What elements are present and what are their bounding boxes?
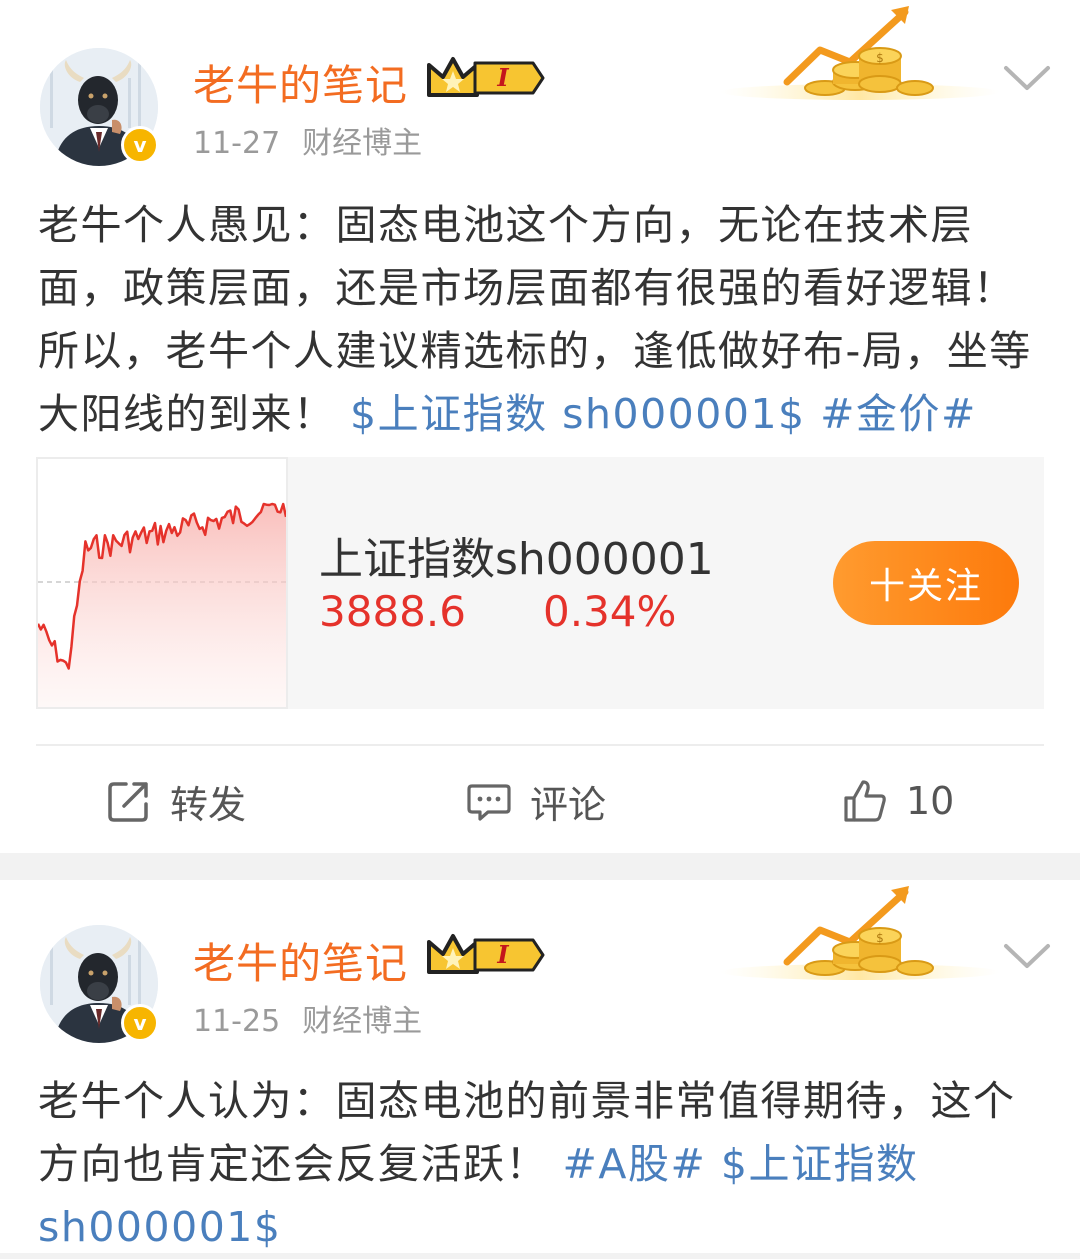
post-meta: 11-27 财经博主 [193, 118, 422, 162]
stock-name: 上证指数sh000001 [319, 534, 714, 585]
like-count: 10 [906, 779, 955, 823]
feed-post: v 老牛的笔记 I 11-27 财经博主 $ 老牛个人愚见：固态电池这个方向，无… [0, 0, 1080, 853]
follow-button[interactable]: 十关注 [833, 541, 1019, 625]
repost-label: 转发 [170, 782, 247, 827]
chevron-down-icon[interactable] [1002, 940, 1052, 970]
post-text: 老牛个人认为：固态电池的前景非常值得期待，这个方向也肯定还会反复活跃！ #A股#… [38, 1070, 1048, 1259]
repost-icon [108, 782, 148, 822]
verified-badge-icon: v [121, 126, 159, 164]
gold-coins-growth-icon: $ [720, 6, 1000, 100]
comment-label: 评论 [530, 782, 607, 827]
stock-change: 0.34% [543, 587, 677, 636]
post-date: 11-27 [193, 126, 281, 161]
thumbs-up-icon [844, 780, 886, 822]
stock-card[interactable]: 上证指数sh000001 3888.6 0.34% 十关注 [36, 457, 1044, 709]
stock-price: 3888.6 [319, 587, 466, 636]
svg-text:$: $ [876, 931, 884, 945]
topic-link[interactable]: #A股# [563, 1140, 707, 1188]
author-name[interactable]: 老牛的笔记 [193, 930, 408, 991]
divider [36, 744, 1044, 746]
stock-sparkline [36, 457, 288, 709]
chevron-down-icon[interactable] [1002, 62, 1052, 92]
svg-text:$: $ [876, 51, 884, 65]
stock-link[interactable]: $上证指数 sh000001$ [350, 390, 806, 438]
badge-level: I [496, 940, 509, 969]
repost-button[interactable]: 转发 [106, 770, 246, 832]
author-tag: 财经博主 [302, 1004, 423, 1039]
post-text: 老牛个人愚见：固态电池这个方向，无论在技术层面，政策层面，还是市场层面都有很强的… [38, 194, 1048, 446]
crown-badge-icon[interactable]: I [425, 932, 545, 978]
comment-button[interactable]: 评论 [466, 770, 606, 832]
crown-badge-icon[interactable]: I [425, 55, 545, 101]
post-date: 11-25 [193, 1004, 281, 1039]
comment-icon [467, 784, 511, 821]
post-meta: 11-25 财经博主 [193, 996, 422, 1040]
like-button[interactable]: 10 [842, 770, 954, 832]
feed-post: v 老牛的笔记 I 11-25 财经博主 $ 老牛个人认为：固态电池的前景非常值得… [0, 880, 1080, 1253]
author-tag: 财经博主 [302, 126, 423, 161]
badge-level: I [496, 63, 509, 92]
author-name[interactable]: 老牛的笔记 [193, 52, 408, 113]
verified-badge-icon: v [121, 1004, 159, 1042]
topic-link[interactable]: #金价# [820, 390, 977, 438]
gold-coins-growth-icon: $ [720, 886, 1000, 980]
